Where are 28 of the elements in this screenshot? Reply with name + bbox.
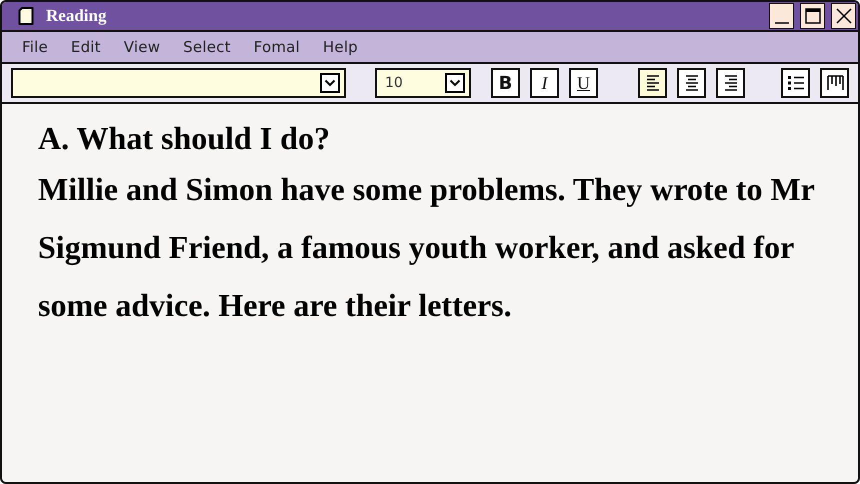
menu-item[interactable]: Select (183, 38, 231, 56)
italic-button[interactable]: I (530, 68, 559, 98)
minimize-button[interactable] (769, 3, 794, 29)
document-icon (18, 7, 34, 25)
menu-item[interactable]: Help (322, 38, 358, 56)
align-center-button[interactable] (677, 68, 706, 98)
minimize-icon (774, 22, 788, 24)
window-title: Reading (46, 6, 106, 26)
maximize-button[interactable] (800, 3, 825, 29)
columns-button[interactable] (820, 68, 849, 98)
menu-item[interactable]: View (124, 38, 160, 56)
maximize-icon (804, 7, 822, 25)
bullet-list-icon (786, 74, 804, 92)
menu-item[interactable]: Edit (70, 38, 101, 56)
align-left-button[interactable] (638, 68, 667, 98)
underline-button[interactable]: U (569, 68, 598, 98)
size-dropdown[interactable]: 10 (375, 68, 471, 98)
menu-item[interactable]: Fomal (254, 38, 300, 56)
close-button[interactable] (831, 3, 856, 29)
align-right-button[interactable] (716, 68, 745, 98)
document-paragraph: Millie and Simon have some problems. They wrote to Mr Sigmund Friend, a famous youth worker, and asked for some advice. Here are their letters. (38, 170, 816, 325)
font-dropdown[interactable] (11, 68, 346, 98)
close-icon (834, 7, 852, 25)
columns-icon (826, 74, 844, 92)
bold-button[interactable]: B (491, 68, 520, 98)
list-button[interactable] (781, 68, 810, 98)
menu-item[interactable]: File (22, 38, 48, 56)
document-heading: A. What should I do? (38, 119, 331, 158)
